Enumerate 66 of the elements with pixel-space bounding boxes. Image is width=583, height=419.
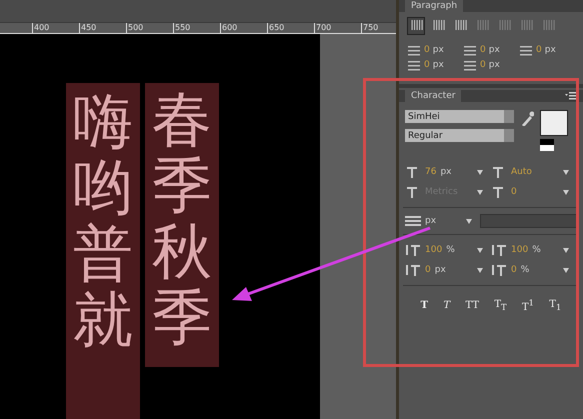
unit-label: px: [425, 216, 436, 226]
type-style-button[interactable]: T: [418, 298, 430, 314]
default-colors-swatch[interactable]: [540, 139, 554, 151]
unit-label: px: [544, 45, 556, 55]
type-style-button[interactable]: T$_{T}$: [492, 298, 509, 314]
unit-label: %: [446, 245, 455, 255]
type-style-button[interactable]: TT: [463, 298, 482, 314]
indent-icon: [519, 44, 533, 56]
type-style-button[interactable]: T$_{1}$: [547, 298, 564, 314]
ruler-label: 500: [126, 23, 173, 33]
unit-label: px: [488, 45, 500, 55]
unit-label: px: [440, 167, 452, 177]
scale-icon: [491, 243, 507, 257]
value-field[interactable]: 100: [425, 245, 442, 255]
caret-icon[interactable]: [563, 170, 569, 174]
menu-icon[interactable]: [565, 92, 577, 100]
unit-label: %: [520, 265, 530, 275]
caret-icon[interactable]: [563, 268, 569, 272]
indent-value[interactable]: 0: [480, 60, 486, 70]
unit-label: px: [432, 60, 444, 70]
scale-icon: [405, 263, 421, 277]
indent-value[interactable]: 0: [480, 45, 486, 55]
unit-label: px: [432, 45, 444, 55]
indent-icon: [407, 59, 421, 71]
value-field[interactable]: 0: [511, 187, 517, 197]
value-field[interactable]: 0: [425, 265, 431, 275]
ruler-label: 550: [173, 23, 220, 33]
font-family-dropdown[interactable]: SimHei: [405, 110, 514, 123]
type-style-button[interactable]: T: [441, 298, 452, 314]
indent-value[interactable]: 0: [424, 60, 430, 70]
caret-icon[interactable]: [563, 190, 569, 194]
unit-label: px: [434, 265, 446, 275]
vertical-text: 嗨哟普就: [66, 83, 140, 419]
indent-icon: [463, 59, 477, 71]
indent-icon: [463, 44, 477, 56]
value-field[interactable]: 100: [511, 245, 528, 255]
value-field[interactable]: 76: [425, 167, 436, 177]
indent-value[interactable]: 0: [424, 45, 430, 55]
ruler-label: 400: [32, 23, 79, 33]
caret-icon[interactable]: [477, 170, 483, 174]
type-style-button[interactable]: T$^{1}$: [520, 298, 536, 314]
indent-icon: [407, 44, 421, 56]
unit-label: px: [488, 60, 500, 70]
scale-icon: [405, 243, 421, 257]
caret-icon[interactable]: [563, 248, 569, 252]
ruler-label: 700: [314, 23, 361, 33]
color-swatch[interactable]: [540, 110, 568, 136]
font-style-dropdown[interactable]: Regular: [405, 129, 514, 142]
caret-icon[interactable]: [477, 190, 483, 194]
caret-icon[interactable]: [477, 248, 483, 252]
align-button[interactable]: [407, 17, 425, 35]
ruler-label: 650: [267, 23, 314, 33]
caret-icon[interactable]: [477, 268, 483, 272]
ruler-label: 600: [220, 23, 267, 33]
lines-icon: [405, 215, 421, 227]
value-field[interactable]: Auto: [511, 167, 532, 177]
value-field[interactable]: 0: [511, 265, 517, 275]
caret-icon[interactable]: [466, 218, 472, 224]
scale-icon: [491, 263, 507, 277]
indent-value[interactable]: 0: [536, 45, 542, 55]
panel-tab[interactable]: Paragraph: [405, 0, 464, 12]
ruler-label: 450: [79, 23, 126, 33]
unit-label: %: [532, 245, 541, 255]
panel-tab[interactable]: Character: [405, 90, 462, 102]
vertical-text: 春季秋季: [145, 83, 219, 367]
eyedropper-icon[interactable]: [520, 110, 534, 126]
